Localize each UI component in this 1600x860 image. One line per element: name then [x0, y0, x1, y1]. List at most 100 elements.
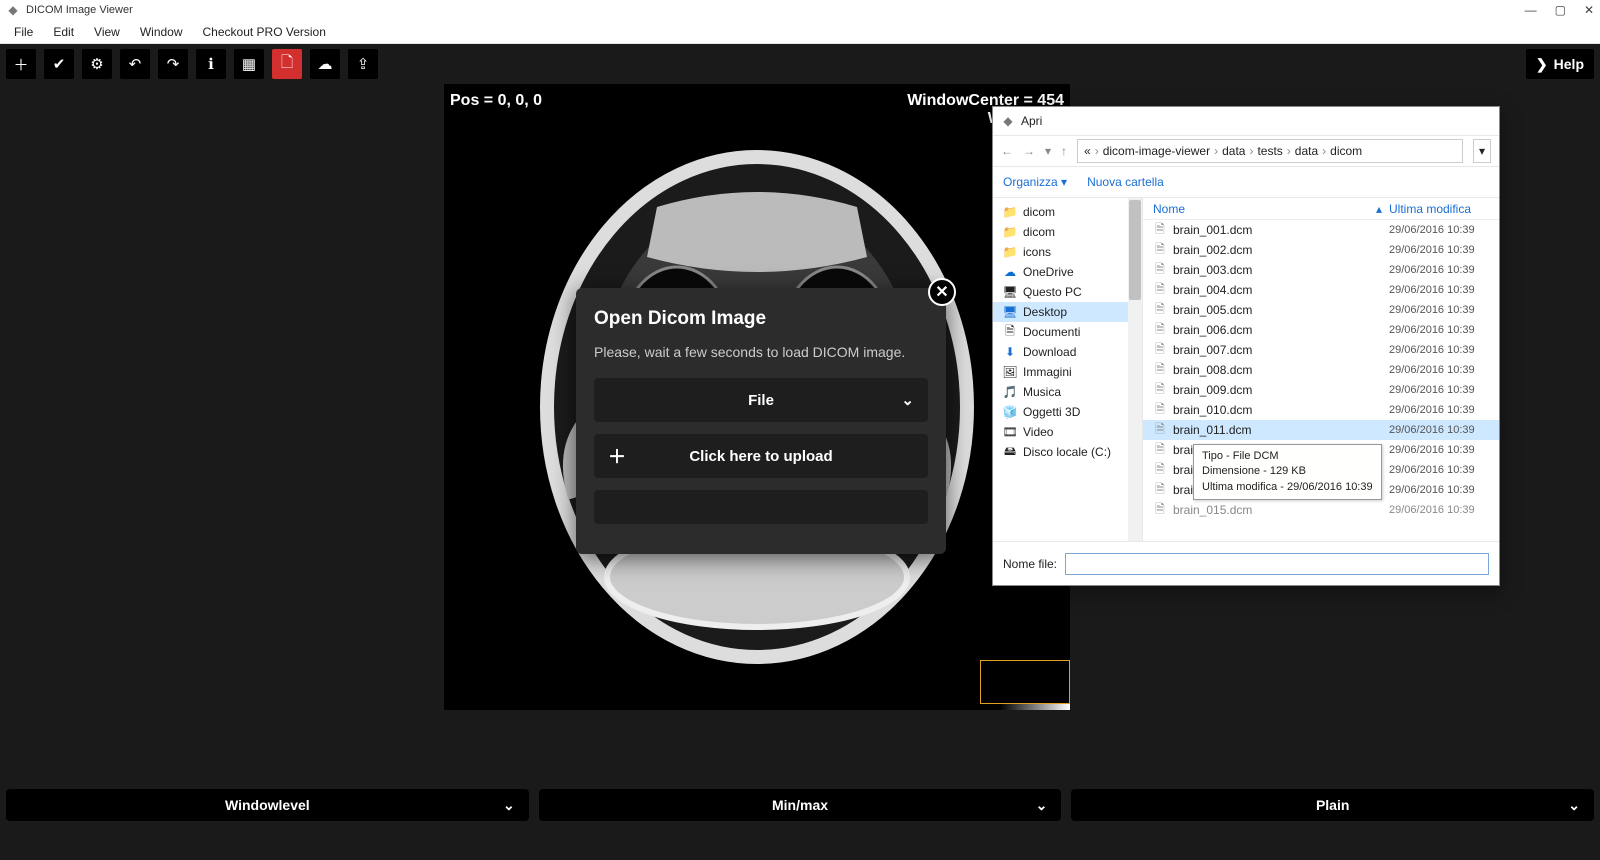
export-button[interactable]: ⇪ — [348, 49, 378, 79]
breadcrumb-segment[interactable]: dicom-image-viewer — [1103, 144, 1210, 158]
sidebar-item-immagini[interactable]: Immagini — [993, 362, 1142, 382]
sidebar-item-disco-locale-c-[interactable]: Disco locale (C:) — [993, 442, 1142, 462]
file-row[interactable]: brain_001.dcm29/06/2016 10:39 — [1143, 220, 1499, 240]
menu-view[interactable]: View — [84, 22, 130, 42]
menu-edit[interactable]: Edit — [43, 22, 84, 42]
sidebar-scrollbar[interactable] — [1128, 198, 1142, 541]
file-icon — [1153, 363, 1167, 377]
file-icon — [1153, 243, 1167, 257]
breadcrumb-segment[interactable]: tests — [1257, 144, 1282, 158]
file-icon — [1153, 263, 1167, 277]
breadcrumb-segment[interactable]: data — [1295, 144, 1318, 158]
sidebar-item-oggetti-3d[interactable]: Oggetti 3D — [993, 402, 1142, 422]
breadcrumb-segment[interactable]: dicom — [1330, 144, 1362, 158]
dialog-app-icon — [1001, 114, 1015, 128]
pc-icon — [1003, 285, 1017, 299]
sidebar-item-icons[interactable]: icons — [993, 242, 1142, 262]
folder-icon — [1003, 225, 1017, 239]
sidebar-item-label: Questo PC — [1023, 285, 1082, 299]
chevron-right-icon: ❯ — [1536, 56, 1548, 73]
undo-button[interactable]: ↶ — [120, 49, 150, 79]
file-row[interactable]: brain_004.dcm29/06/2016 10:39 — [1143, 280, 1499, 300]
breadcrumb[interactable]: «›dicom-image-viewer›data›tests›data›dic… — [1077, 139, 1463, 163]
video-icon — [1003, 425, 1017, 439]
menu-file[interactable]: File — [4, 22, 43, 42]
file-type-label: File — [748, 392, 774, 409]
minimize-button[interactable]: — — [1525, 3, 1537, 17]
file-row[interactable]: brain_015.dcm29/06/2016 10:39 — [1143, 500, 1499, 520]
breadcrumb-segment[interactable]: « — [1084, 144, 1091, 158]
nav-forward-button[interactable]: → — [1023, 144, 1035, 158]
grid-button[interactable]: ▦ — [234, 49, 264, 79]
file-row[interactable]: brain_010.dcm29/06/2016 10:39 — [1143, 400, 1499, 420]
save-button[interactable]: 🗋 — [272, 49, 302, 79]
windowlevel-select[interactable]: Windowlevel⌄ — [6, 789, 529, 821]
cloud-button[interactable]: ☁ — [310, 49, 340, 79]
file-date: 29/06/2016 10:39 — [1389, 264, 1499, 276]
sidebar-item-documenti[interactable]: Documenti — [993, 322, 1142, 342]
plain-select[interactable]: Plain⌄ — [1071, 789, 1594, 821]
info-button[interactable]: ℹ — [196, 49, 226, 79]
sidebar-item-label: dicom — [1023, 205, 1055, 219]
nav-back-button[interactable]: ← — [1001, 144, 1013, 158]
file-row[interactable]: brain_011.dcm29/06/2016 10:39 — [1143, 420, 1499, 440]
file-date: 29/06/2016 10:39 — [1389, 504, 1499, 516]
sidebar-item-video[interactable]: Video — [993, 422, 1142, 442]
sidebar-item-dicom[interactable]: dicom — [993, 202, 1142, 222]
sidebar-item-label: Immagini — [1023, 365, 1072, 379]
column-header-name[interactable]: Nome — [1143, 202, 1369, 216]
breadcrumb-dropdown[interactable] — [1473, 139, 1491, 163]
file-name: brain_006.dcm — [1173, 323, 1252, 337]
sidebar: dicom dicom iconsOneDrive Questo PC Desktop D… — [993, 198, 1143, 541]
check-button[interactable]: ✔ — [44, 49, 74, 79]
file-icon — [1153, 503, 1167, 517]
breadcrumb-segment[interactable]: data — [1222, 144, 1245, 158]
file-row[interactable]: brain_005.dcm29/06/2016 10:39 — [1143, 300, 1499, 320]
sidebar-item-label: Documenti — [1023, 325, 1080, 339]
file-tooltip: Tipo - File DCM Dimensione - 129 KB Ulti… — [1193, 444, 1382, 500]
filename-input[interactable] — [1065, 553, 1489, 575]
file-type-select[interactable]: File ⌄ — [594, 378, 928, 422]
file-name: brain_004.dcm — [1173, 283, 1252, 297]
selected-file-field[interactable] — [594, 490, 928, 524]
window-titlebar: DICOM Image Viewer — ▢ ✕ — [0, 0, 1600, 20]
app-title: DICOM Image Viewer — [26, 4, 133, 16]
file-icon — [1153, 403, 1167, 417]
close-window-button[interactable]: ✕ — [1584, 3, 1594, 17]
organize-menu[interactable]: Organizza — [1003, 175, 1067, 189]
sidebar-item-download[interactable]: Download — [993, 342, 1142, 362]
dl-icon — [1003, 345, 1017, 359]
close-modal-button[interactable]: ✕ — [928, 278, 956, 306]
file-row[interactable]: brain_009.dcm29/06/2016 10:39 — [1143, 380, 1499, 400]
file-row[interactable]: brain_008.dcm29/06/2016 10:39 — [1143, 360, 1499, 380]
menu-checkout-pro-version[interactable]: Checkout PRO Version — [193, 22, 336, 42]
sidebar-item-desktop[interactable]: Desktop — [993, 302, 1142, 322]
column-header-date[interactable]: Ultima modifica — [1389, 202, 1499, 216]
menubar: FileEditViewWindowCheckout PRO Version — [0, 20, 1600, 44]
nav-history-button[interactable] — [1045, 144, 1051, 158]
toolbar: ＋ ✔ ⚙ ↶ ↷ ℹ ▦ 🗋 ☁ ⇪ ❯ Help — [0, 44, 1600, 84]
file-icon — [1153, 443, 1167, 457]
new-folder-button[interactable]: Nuova cartella — [1087, 175, 1164, 189]
plus-icon: ＋ — [608, 443, 626, 469]
nav-up-button[interactable]: ↑ — [1061, 144, 1067, 158]
chevron-down-icon — [1061, 175, 1067, 189]
file-row[interactable]: brain_002.dcm29/06/2016 10:39 — [1143, 240, 1499, 260]
redo-button[interactable]: ↷ — [158, 49, 188, 79]
file-row[interactable]: brain_003.dcm29/06/2016 10:39 — [1143, 260, 1499, 280]
sidebar-item-onedrive[interactable]: OneDrive — [993, 262, 1142, 282]
sidebar-item-label: dicom — [1023, 225, 1055, 239]
settings-button[interactable]: ⚙ — [82, 49, 112, 79]
add-button[interactable]: ＋ — [6, 49, 36, 79]
maximize-button[interactable]: ▢ — [1555, 3, 1566, 17]
sidebar-item-questo-pc[interactable]: Questo PC — [993, 282, 1142, 302]
help-button[interactable]: ❯ Help — [1526, 49, 1594, 79]
sidebar-item-musica[interactable]: Musica — [993, 382, 1142, 402]
menu-window[interactable]: Window — [130, 22, 193, 42]
file-row[interactable]: brain_007.dcm29/06/2016 10:39 — [1143, 340, 1499, 360]
file-row[interactable]: brain_006.dcm 29/06/2016 10:39 — [1143, 320, 1499, 340]
minmax-select[interactable]: Min/max⌄ — [539, 789, 1062, 821]
sidebar-item-dicom[interactable]: dicom — [993, 222, 1142, 242]
upload-button[interactable]: ＋ Click here to upload — [594, 434, 928, 478]
file-date: 29/06/2016 10:39 — [1389, 324, 1499, 336]
